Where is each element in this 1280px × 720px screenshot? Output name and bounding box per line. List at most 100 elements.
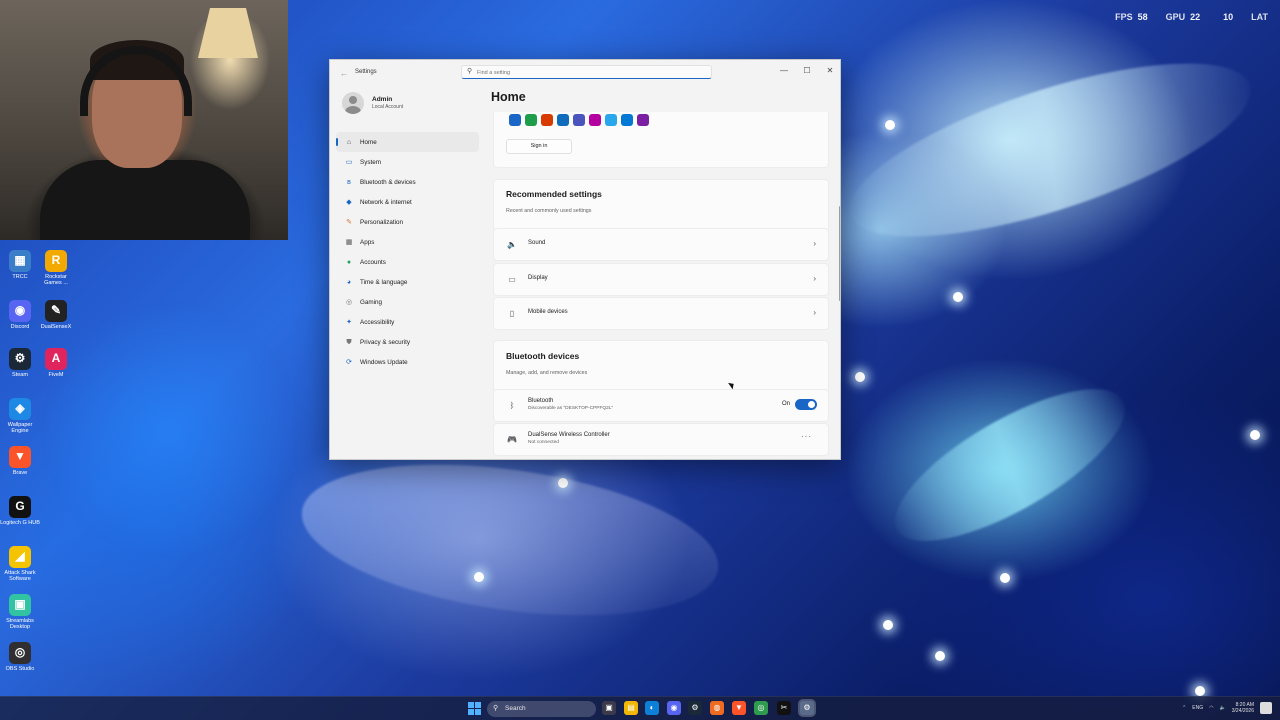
webcam-lamp [198, 8, 258, 58]
search-input[interactable] [477, 68, 697, 77]
osd-gpu: GPU 22 [1165, 12, 1201, 22]
row-label: Mobile devices [528, 309, 568, 315]
rockstar-icon: R [45, 250, 67, 272]
desktop-icon-wallpaper-engine[interactable]: ◈ Wallpaper Engine [0, 398, 40, 434]
minimize-button[interactable]: — [774, 64, 794, 78]
desktop-icon-steam[interactable]: ⚙ Steam [0, 348, 40, 378]
sidebar-item-bluetooth-devices[interactable]: ʙ Bluetooth & devices [336, 172, 479, 192]
notification-icon[interactable] [1260, 702, 1272, 714]
sidebar-item-label: Privacy & security [360, 338, 411, 346]
microsoft-app-icons [509, 114, 649, 126]
recommended-mobile-devices[interactable]: ▯ Mobile devices › [493, 297, 829, 330]
clock-date: 3/24/2026 [1231, 708, 1254, 714]
light-particle [883, 620, 893, 630]
bluetooth-discoverable-text: Discoverable as "DESKTOP-CPPFQ2L" [528, 406, 614, 411]
taskbar-file-explorer-icon[interactable]: ▤ [624, 701, 638, 715]
maximize-button[interactable]: ☐ [797, 64, 817, 78]
device-row[interactable]: 🎮 DualSense Wireless Controller Not conn… [493, 423, 829, 456]
desktop-icon-label: Brave [12, 470, 28, 476]
phone-icon: ▯ [509, 309, 515, 318]
sidebar-item-label: Home [360, 138, 377, 146]
sidebar-item-time-language[interactable]: ◕ Time & language [336, 272, 479, 292]
more-options-icon[interactable]: ··· [801, 432, 812, 441]
scrollbar[interactable] [839, 206, 840, 301]
logitech-icon: G [9, 496, 31, 518]
title-bar[interactable]: ← Settings ⚲ — ☐ ✕ [330, 60, 840, 86]
sidebar-item-label: Network & internet [360, 198, 412, 206]
nav-icon: ʙ [347, 178, 351, 186]
sidebar-item-accessibility[interactable]: ✦ Accessibility [336, 312, 479, 332]
volume-icon[interactable]: 🔈 [1220, 705, 1226, 711]
desktop-icon-obs[interactable]: ◎ OBS Studio [0, 642, 40, 672]
desktop-icon-label: OBS Studio [5, 666, 35, 672]
taskbar-origin-icon[interactable]: ◍ [710, 701, 724, 715]
sidebar-item-privacy-security[interactable]: ⛊ Privacy & security [336, 332, 479, 352]
desktop-icon-rockstar[interactable]: R Rockstar Games ... [36, 250, 76, 286]
sidebar-item-accounts[interactable]: ● Accounts [336, 252, 479, 272]
desktop-icon-label: Steam [12, 372, 28, 378]
back-arrow-icon[interactable]: ← [338, 67, 350, 79]
steam-icon: ⚙ [9, 348, 31, 370]
search-icon: ⚲ [493, 705, 499, 712]
office-app-icon [589, 114, 601, 126]
taskbar-edge-icon[interactable]: ◐ [645, 701, 659, 715]
tray-chevron-icon[interactable]: ⌃ [1182, 705, 1186, 711]
sign-in-button[interactable]: Sign in [506, 139, 572, 154]
sidebar-item-windows-update[interactable]: ⟳ Windows Update [336, 352, 479, 372]
office-app-icon [509, 114, 521, 126]
taskbar-steam-icon[interactable]: ⚙ [688, 701, 702, 715]
microsoft-account-card: Sign in [493, 112, 829, 168]
desktop-icon-fivem[interactable]: A FiveM [36, 348, 76, 378]
desktop-icon-attack-shark[interactable]: ◢ Attack Shark Software [0, 546, 40, 582]
nav-icon: ⛊ [346, 338, 352, 346]
light-particle [885, 120, 895, 130]
desktop-icon-logitech[interactable]: G Logitech G HUB [0, 496, 40, 526]
recommended-sound[interactable]: 🔈 Sound › [493, 228, 829, 261]
app-title: Settings [355, 69, 377, 75]
desktop-icon-streamlabs[interactable]: ▣ Streamlabs Desktop [0, 594, 40, 630]
sidebar-item-label: Bluetooth & devices [360, 178, 416, 186]
clock[interactable]: 8:20 AM 3/24/2026 [1232, 702, 1254, 714]
search-box[interactable]: ⚲ [461, 65, 712, 79]
taskbar-capcut-icon[interactable]: ✂ [777, 701, 791, 715]
chevron-right-icon: › [813, 274, 816, 283]
desktop-icon-brave[interactable]: ▼ Brave [0, 446, 40, 476]
light-particle [1250, 430, 1260, 440]
nav-icon: ◆ [346, 198, 352, 206]
desktop-icon-TRCC[interactable]: ▦ TRCC [0, 250, 40, 280]
recommended-display[interactable]: ▭ Display › [493, 263, 829, 296]
start-button[interactable] [468, 702, 481, 715]
webcam-overlay [0, 0, 288, 240]
wifi-icon[interactable]: ◠ [1209, 705, 1213, 711]
taskbar-brave-icon[interactable]: ▼ [732, 701, 746, 715]
profile-account-type: Local Account [372, 104, 404, 110]
user-profile[interactable]: Admin Local Account [342, 92, 403, 114]
taskbar-task-view-icon[interactable]: ▣ [602, 701, 616, 715]
taskbar-search-label: Search [505, 705, 526, 712]
sidebar-item-system[interactable]: ▭ System [336, 152, 479, 172]
sidebar-item-label: Accounts [360, 258, 386, 266]
nav-icon: ▭ [345, 158, 353, 166]
sidebar-item-apps[interactable]: ▦ Apps [336, 232, 479, 252]
desktop-icon-label: TRCC [12, 274, 28, 280]
desktop-icon-label: FiveM [48, 372, 64, 378]
close-button[interactable]: ✕ [820, 64, 840, 78]
desktop-icon-dualsensex[interactable]: ✎ DualSenseX [36, 300, 76, 330]
bluetooth-toggle-row[interactable]: ᛒ Bluetooth Discoverable as "DESKTOP-CPP… [493, 389, 829, 422]
sidebar-item-home[interactable]: ⌂ Home [336, 132, 479, 152]
taskbar-search[interactable]: ⚲ Search [487, 701, 596, 717]
light-particle [1195, 686, 1205, 696]
taskbar-chrome-icon[interactable]: ◎ [754, 701, 768, 715]
tray-language[interactable]: ENG [1192, 705, 1203, 711]
nav-icon: ✎ [346, 218, 352, 226]
wallpaper-streak [40, 300, 300, 560]
taskbar-discord-icon[interactable]: ◉ [667, 701, 681, 715]
device-status: Not connected [528, 440, 559, 445]
bluetooth-toggle[interactable] [795, 399, 817, 410]
sidebar-item-personalization[interactable]: ✎ Personalization [336, 212, 479, 232]
sidebar-item-network-internet[interactable]: ◆ Network & internet [336, 192, 479, 212]
sidebar-item-gaming[interactable]: ◎ Gaming [336, 292, 479, 312]
system-tray: ⌃ ENG ◠ 🔈 8:20 AM 3/24/2026 [1182, 702, 1272, 714]
taskbar-settings-icon[interactable]: ⚙ [800, 701, 814, 715]
desktop-icon-discord[interactable]: ◉ Discord [0, 300, 40, 330]
